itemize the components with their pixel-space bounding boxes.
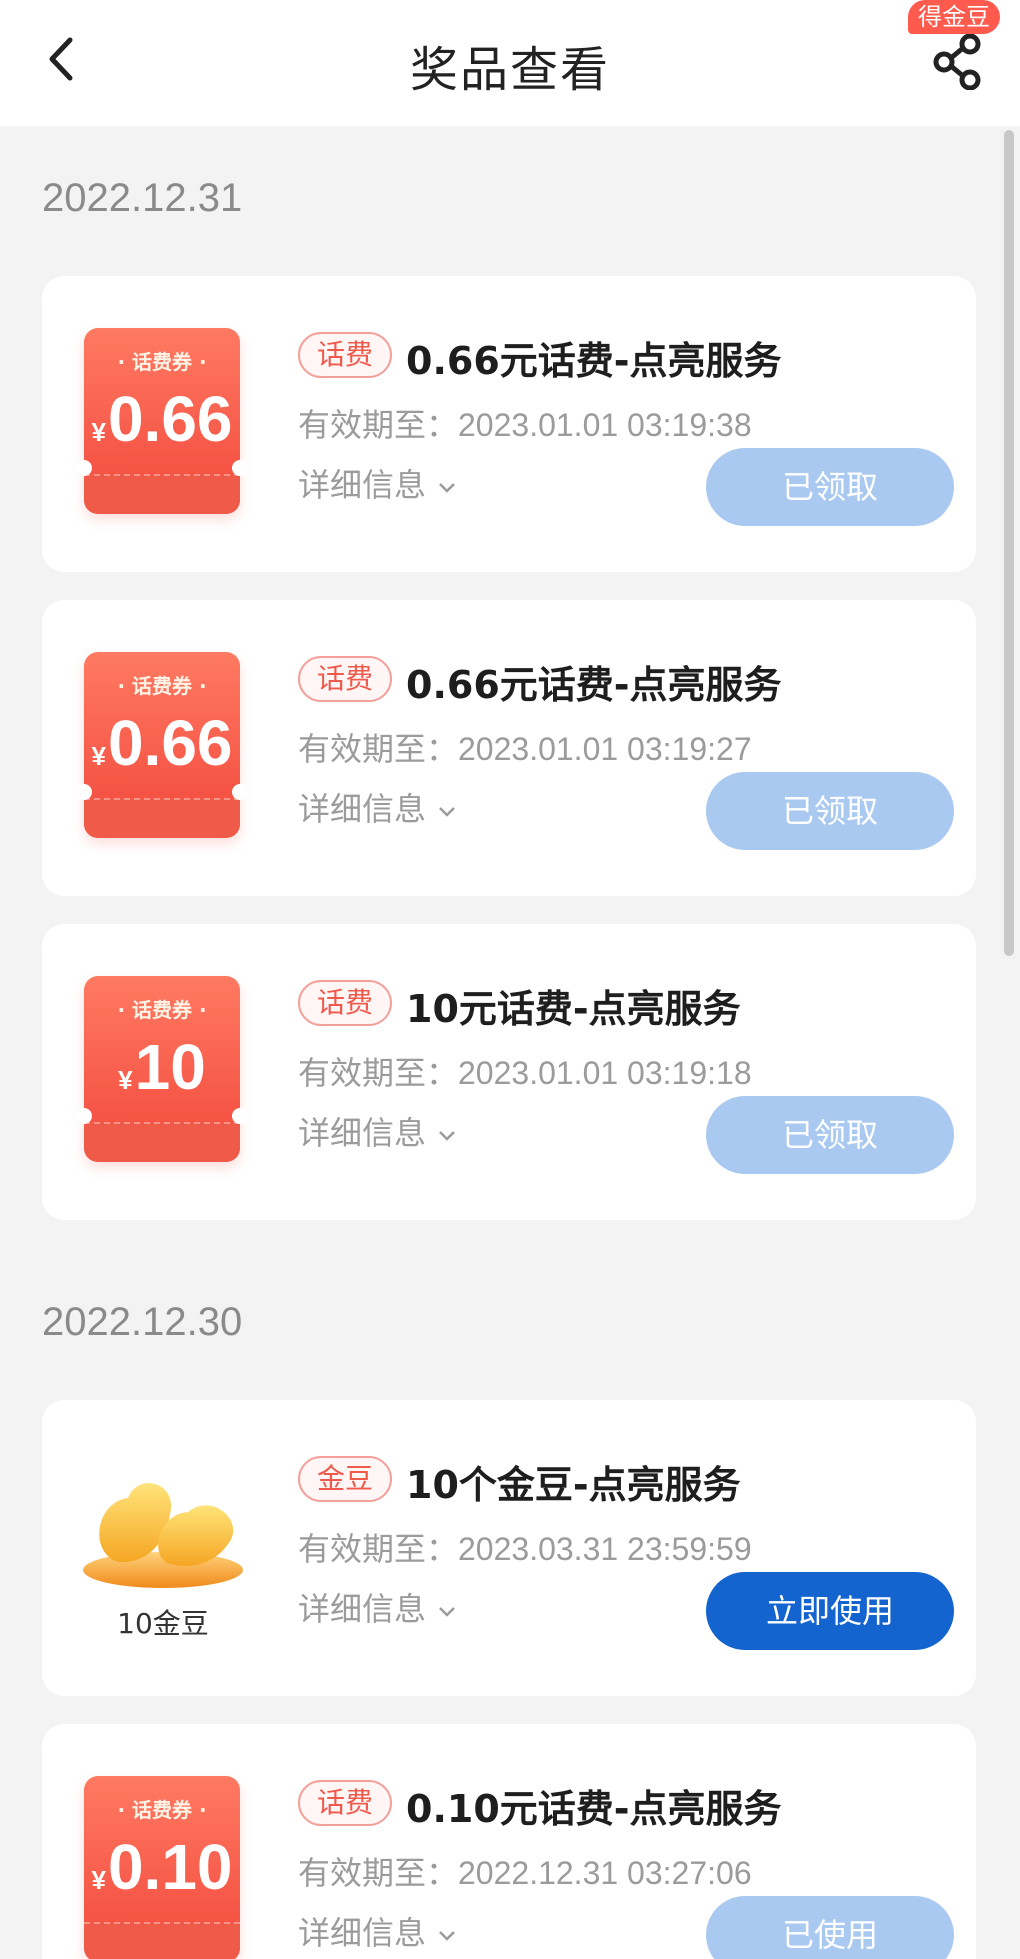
prize-title: 0.10元话费-点亮服务 bbox=[406, 1787, 782, 1831]
expiry-text: 有效期至：2023.01.01 03:19:18 bbox=[298, 1055, 752, 1091]
details-toggle[interactable]: 详细信息 bbox=[298, 460, 458, 506]
page-title: 奖品查看 bbox=[409, 42, 610, 98]
claimed-button[interactable]: 已领取 bbox=[706, 448, 954, 526]
prize-card: · 话费券 · ¥10 话费 10元话费-点亮服务 有效期至：2023.01.0… bbox=[42, 924, 976, 1220]
coupon-strip bbox=[84, 798, 240, 838]
share-reward-badge[interactable]: 得金豆 bbox=[908, 0, 1000, 34]
scrollbar[interactable] bbox=[1004, 130, 1014, 956]
coupon-notch bbox=[232, 460, 248, 476]
coupon-amount: ¥10 bbox=[118, 1031, 206, 1103]
gold-beans-caption: 10金豆 bbox=[117, 1607, 209, 1640]
date-heading: 2022.12.31 bbox=[42, 176, 243, 220]
claimed-button[interactable]: 已领取 bbox=[706, 1096, 954, 1174]
chevron-down-icon bbox=[439, 1607, 455, 1617]
coupon-label: · 话费券 · bbox=[117, 998, 207, 1022]
coupon-strip bbox=[84, 1922, 240, 1959]
details-toggle[interactable]: 详细信息 bbox=[298, 784, 458, 830]
coupon-notch bbox=[232, 1108, 248, 1124]
coupon-amount: ¥0.66 bbox=[91, 383, 233, 455]
prize-card: · 话费券 · ¥0.10 话费 0.10元话费-点亮服务 有效期至：2022.… bbox=[42, 1724, 976, 1959]
coupon-label: · 话费券 · bbox=[117, 1798, 207, 1822]
used-button[interactable]: 已使用 bbox=[706, 1896, 954, 1959]
prize-card: 10金豆 金豆 10个金豆-点亮服务 有效期至：2023.03.31 23:59… bbox=[42, 1400, 976, 1696]
category-tag: 话费 bbox=[298, 332, 392, 378]
coupon-amount: ¥0.10 bbox=[91, 1831, 233, 1903]
phone-credit-coupon-image: · 话费券 · ¥10 bbox=[76, 976, 248, 1162]
coupon-strip bbox=[84, 474, 240, 514]
details-label: 详细信息 bbox=[298, 1914, 427, 1952]
prize-card: · 话费券 · ¥0.66 话费 0.66元话费-点亮服务 有效期至：2023.… bbox=[42, 600, 976, 896]
top-bar: 奖品查看 得金豆 bbox=[0, 0, 1020, 126]
coupon-label: · 话费券 · bbox=[117, 674, 207, 698]
chevron-down-icon bbox=[439, 1131, 455, 1141]
prize-title: 10元话费-点亮服务 bbox=[406, 987, 741, 1031]
prize-card: · 话费券 · ¥0.66 话费 0.66元话费-点亮服务 有效期至：2023.… bbox=[42, 276, 976, 572]
details-label: 详细信息 bbox=[298, 466, 427, 504]
chevron-down-icon bbox=[439, 807, 455, 817]
share-icon[interactable] bbox=[930, 30, 986, 90]
prize-title: 10个金豆-点亮服务 bbox=[406, 1463, 741, 1507]
category-tag: 话费 bbox=[298, 980, 392, 1026]
coupon-amount: ¥0.66 bbox=[91, 707, 233, 779]
phone-credit-coupon-image: · 话费券 · ¥0.66 bbox=[76, 328, 248, 514]
category-tag: 金豆 bbox=[298, 1456, 392, 1502]
details-label: 详细信息 bbox=[298, 1590, 427, 1628]
category-tag: 话费 bbox=[298, 656, 392, 702]
expiry-text: 有效期至：2022.12.31 03:27:06 bbox=[298, 1855, 752, 1891]
prize-title: 0.66元话费-点亮服务 bbox=[406, 663, 782, 707]
details-toggle[interactable]: 详细信息 bbox=[298, 1584, 458, 1630]
chevron-down-icon bbox=[439, 483, 455, 493]
coupon-notch bbox=[76, 1108, 92, 1124]
details-label: 详细信息 bbox=[298, 1114, 427, 1152]
expiry-text: 有效期至：2023.01.01 03:19:38 bbox=[298, 407, 752, 443]
expiry-text: 有效期至：2023.03.31 23:59:59 bbox=[298, 1531, 752, 1567]
coupon-notch bbox=[76, 460, 92, 476]
coupon-notch bbox=[232, 784, 248, 800]
coupon-notch bbox=[76, 784, 92, 800]
category-tag: 话费 bbox=[298, 1780, 392, 1826]
coupon-label: · 话费券 · bbox=[117, 350, 207, 374]
gold-beans-icon bbox=[83, 1483, 243, 1588]
use-now-button[interactable]: 立即使用 bbox=[706, 1572, 954, 1650]
date-heading: 2022.12.30 bbox=[42, 1300, 243, 1344]
prize-title: 0.66元话费-点亮服务 bbox=[406, 339, 782, 383]
expiry-text: 有效期至：2023.01.01 03:19:27 bbox=[298, 731, 752, 767]
phone-credit-coupon-image: · 话费券 · ¥0.66 bbox=[76, 652, 248, 838]
coupon-strip bbox=[84, 1122, 240, 1162]
details-toggle[interactable]: 详细信息 bbox=[298, 1908, 458, 1954]
details-label: 详细信息 bbox=[298, 790, 427, 828]
phone-credit-coupon-image: · 话费券 · ¥0.10 bbox=[84, 1776, 240, 1959]
claimed-button[interactable]: 已领取 bbox=[706, 772, 954, 850]
details-toggle[interactable]: 详细信息 bbox=[298, 1108, 458, 1154]
chevron-down-icon bbox=[439, 1931, 455, 1941]
